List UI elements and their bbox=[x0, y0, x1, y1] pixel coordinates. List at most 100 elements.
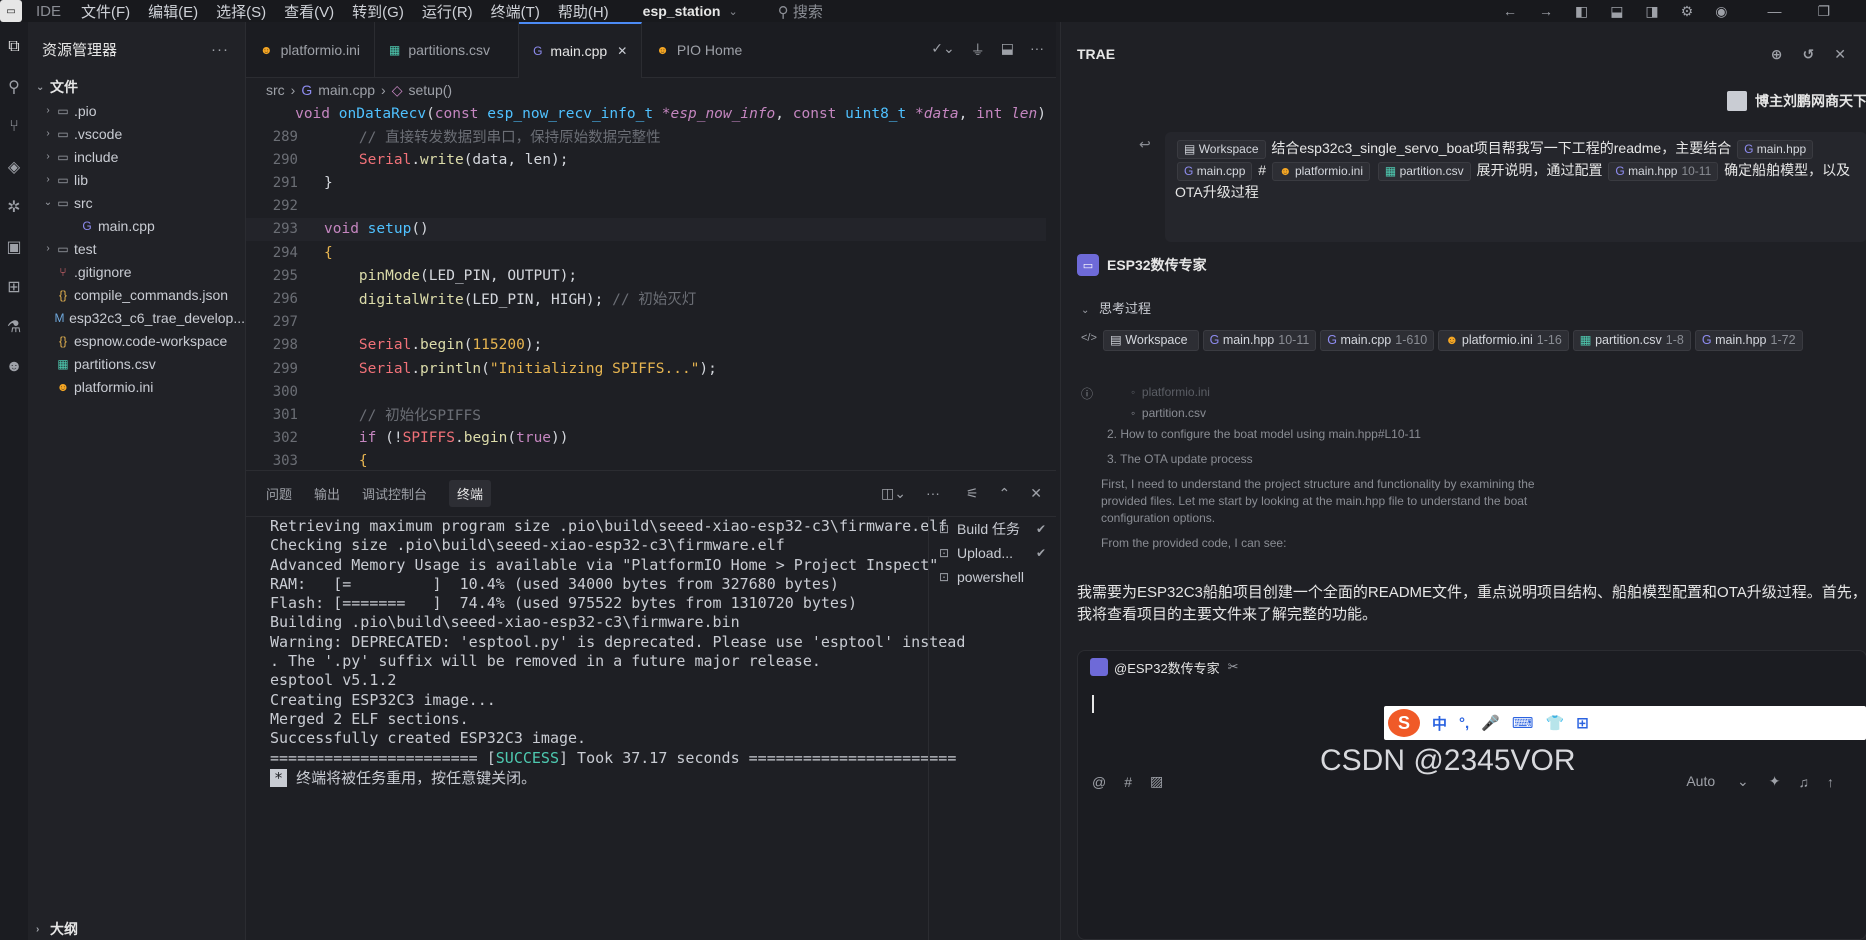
workspace-chip[interactable]: ▤ Workspace bbox=[1177, 140, 1266, 159]
menu-goto[interactable]: 转到(G) bbox=[352, 1, 404, 22]
code-line[interactable]: 294 { bbox=[246, 241, 1046, 264]
model-select[interactable]: Auto ⌄ bbox=[1686, 773, 1748, 790]
menu-terminal[interactable]: 终端(T) bbox=[491, 1, 540, 22]
file-chip[interactable]: G main.hpp bbox=[1737, 140, 1814, 159]
tools-icon[interactable]: ✂ bbox=[1228, 659, 1239, 675]
tree-item-lib[interactable]: › ▭ lib bbox=[28, 168, 245, 191]
skin-icon[interactable]: 👕 bbox=[1546, 714, 1565, 732]
tab-debug-console[interactable]: 调试控制台 bbox=[362, 484, 427, 503]
ime-toolbar[interactable]: S 中 °, 🎤 ⌨ 👕 ⊞ bbox=[1384, 706, 1866, 740]
breadcrumb-symbol[interactable]: setup() bbox=[409, 82, 453, 98]
reference-chip[interactable]: G main.cpp 1-610 bbox=[1320, 330, 1435, 351]
new-chat-icon[interactable]: ⊕ bbox=[1771, 46, 1783, 63]
thinking-toggle[interactable]: ⌄ 思考过程 bbox=[1081, 298, 1151, 317]
settings-gear-icon[interactable]: ⚙ bbox=[1681, 3, 1694, 20]
chat-input-box[interactable]: @ESP32数传专家 ✂ @ # ▨ Auto ⌄ ✦ ♫ ↑ bbox=[1077, 650, 1866, 940]
extensions-icon[interactable]: ⊞ bbox=[0, 272, 28, 302]
toggle-aux-icon[interactable]: ◨ bbox=[1645, 3, 1658, 20]
microphone-icon[interactable]: ♫ bbox=[1799, 774, 1810, 790]
tab-pio-home[interactable]: ☻ PIO Home bbox=[642, 22, 756, 78]
breadcrumb-file[interactable]: main.cpp bbox=[318, 82, 375, 98]
file-chip[interactable]: G main.hpp 10-11 bbox=[1608, 162, 1719, 181]
remote-icon[interactable]: ▣ bbox=[0, 232, 28, 262]
close-panel-icon[interactable]: ✕ bbox=[1030, 485, 1042, 502]
back-arrow-icon[interactable]: ← bbox=[1503, 3, 1517, 19]
code-line[interactable]: 290 Serial.write(data, len); bbox=[246, 148, 1046, 171]
undo-icon[interactable]: ↩ bbox=[1139, 136, 1151, 153]
image-icon[interactable]: ▨ bbox=[1150, 773, 1163, 790]
maximize-panel-icon[interactable]: ⌃ bbox=[999, 485, 1011, 502]
source-control-icon[interactable]: ⑂ bbox=[0, 112, 28, 142]
tab-partitions-csv[interactable]: ▦ partitions.csv bbox=[375, 21, 520, 78]
tree-item-src[interactable]: ⌄ ▭ src bbox=[28, 191, 245, 214]
microphone-icon[interactable]: 🎤 bbox=[1481, 714, 1500, 732]
ime-punctuation[interactable]: °, bbox=[1459, 715, 1469, 732]
plug-icon[interactable]: ⏚ bbox=[971, 40, 985, 60]
code-line[interactable]: 297 bbox=[246, 311, 1046, 334]
code-line[interactable]: 296 digitalWrite(LED_PIN, HIGH); // 初始灭灯 bbox=[246, 287, 1046, 310]
file-chip[interactable]: G main.cpp bbox=[1177, 162, 1253, 181]
task-powershell[interactable]: ⊡ powershell bbox=[929, 565, 1056, 589]
history-icon[interactable]: ↺ bbox=[1803, 46, 1815, 63]
task-build[interactable]: ⊡ Build 任务 ✔ bbox=[929, 517, 1056, 541]
menu-run[interactable]: 运行(R) bbox=[422, 1, 473, 22]
code-line[interactable]: 303 { bbox=[246, 450, 1046, 468]
code-line[interactable]: 298 Serial.begin(115200); bbox=[246, 334, 1046, 357]
tree-item-esp32c3-c6-trae-develop[interactable]: Mesp32c3_c6_trae_develop... bbox=[28, 306, 245, 329]
close-icon[interactable]: ✕ bbox=[1834, 46, 1846, 63]
reference-chip[interactable]: ▤ Workspace bbox=[1103, 330, 1199, 351]
forward-arrow-icon[interactable]: → bbox=[1539, 3, 1553, 19]
file-chip[interactable]: ▦ partition.csv bbox=[1377, 162, 1471, 181]
explorer-icon[interactable]: ⧉ bbox=[0, 32, 28, 62]
tab-problems[interactable]: 问题 bbox=[266, 484, 292, 503]
reference-chip[interactable]: G main.hpp 10-11 bbox=[1202, 330, 1317, 351]
tab-terminal[interactable]: 终端 bbox=[449, 480, 492, 507]
sparkle-icon[interactable]: ✦ bbox=[1769, 773, 1781, 790]
tree-item-partitions-csv[interactable]: ▦ partitions.csv bbox=[28, 352, 245, 375]
task-upload[interactable]: ⊡ Upload... ✔ bbox=[929, 541, 1056, 565]
menu-file[interactable]: 文件(F) bbox=[81, 1, 130, 22]
hash-icon[interactable]: # bbox=[1124, 774, 1132, 790]
restore-icon[interactable]: ❐ bbox=[1817, 3, 1830, 20]
more-actions-icon[interactable]: ··· bbox=[211, 41, 229, 58]
code-line[interactable]: 302 if (!SPIFFS.begin(true)) bbox=[246, 427, 1046, 450]
tab-platformio-ini[interactable]: ☻ platformio.ini bbox=[246, 21, 376, 78]
menu-view[interactable]: 查看(V) bbox=[284, 1, 334, 22]
tree-item-pio[interactable]: › ▭ .pio bbox=[28, 99, 245, 122]
code-line[interactable]: 300 bbox=[246, 380, 1046, 403]
close-icon[interactable]: ✕ bbox=[617, 44, 627, 58]
breadcrumb-folder[interactable]: src bbox=[266, 82, 285, 98]
code-line[interactable]: 295 pinMode(LED_PIN, OUTPUT); bbox=[246, 264, 1046, 287]
reference-chip[interactable]: ▦ partition.csv 1-8 bbox=[1572, 330, 1691, 351]
menu-edit[interactable]: 编辑(E) bbox=[148, 1, 198, 22]
reference-chip[interactable]: G main.hpp 1-72 bbox=[1694, 330, 1803, 351]
check-icon[interactable]: ✓⌄ bbox=[931, 40, 954, 60]
toggle-panel-icon[interactable]: ⬓ bbox=[1610, 3, 1623, 20]
code-line[interactable]: 301 // 初始化SPIFFS bbox=[246, 403, 1046, 426]
toolbox-icon[interactable]: ⊞ bbox=[1576, 714, 1589, 732]
minimize-icon[interactable]: — bbox=[1767, 3, 1781, 19]
keyboard-icon[interactable]: ⌨ bbox=[1512, 714, 1534, 732]
project-name[interactable]: esp_station bbox=[643, 3, 721, 19]
menu-help[interactable]: 帮助(H) bbox=[558, 1, 609, 22]
mention-icon[interactable]: @ bbox=[1092, 774, 1106, 790]
search-icon[interactable]: ⚲ bbox=[0, 72, 28, 102]
code-line[interactable]: 299 Serial.println("Initializing SPIFFS.… bbox=[246, 357, 1046, 380]
platformio-icon[interactable]: ☻ bbox=[0, 352, 28, 382]
account-icon[interactable]: ◉ bbox=[1715, 3, 1727, 20]
run-icon[interactable]: ◈ bbox=[0, 152, 28, 182]
search-box[interactable]: ⚲ 搜索 bbox=[778, 1, 823, 22]
tree-item-compile-commands-json[interactable]: {} compile_commands.json bbox=[28, 283, 245, 306]
split-terminal-icon[interactable]: ◫⌄ bbox=[881, 485, 906, 502]
code-line[interactable]: 292 bbox=[246, 195, 1046, 218]
code-line[interactable]: 291} bbox=[246, 171, 1046, 194]
code-editor[interactable]: void onDataRecv(const esp_now_recv_info_… bbox=[246, 102, 1056, 468]
files-section-header[interactable]: ⌄ 文件 bbox=[28, 76, 245, 98]
more-actions-icon[interactable]: ··· bbox=[926, 485, 940, 502]
split-editor-icon[interactable]: ⬓ bbox=[1001, 40, 1014, 60]
tab-main-cpp[interactable]: G main.cpp ✕ bbox=[519, 21, 643, 78]
menu-select[interactable]: 选择(S) bbox=[216, 1, 266, 22]
debug-icon[interactable]: ✲ bbox=[0, 192, 28, 222]
tree-item-test[interactable]: › ▭ test bbox=[28, 237, 245, 260]
more-actions-icon[interactable]: ··· bbox=[1030, 40, 1044, 60]
